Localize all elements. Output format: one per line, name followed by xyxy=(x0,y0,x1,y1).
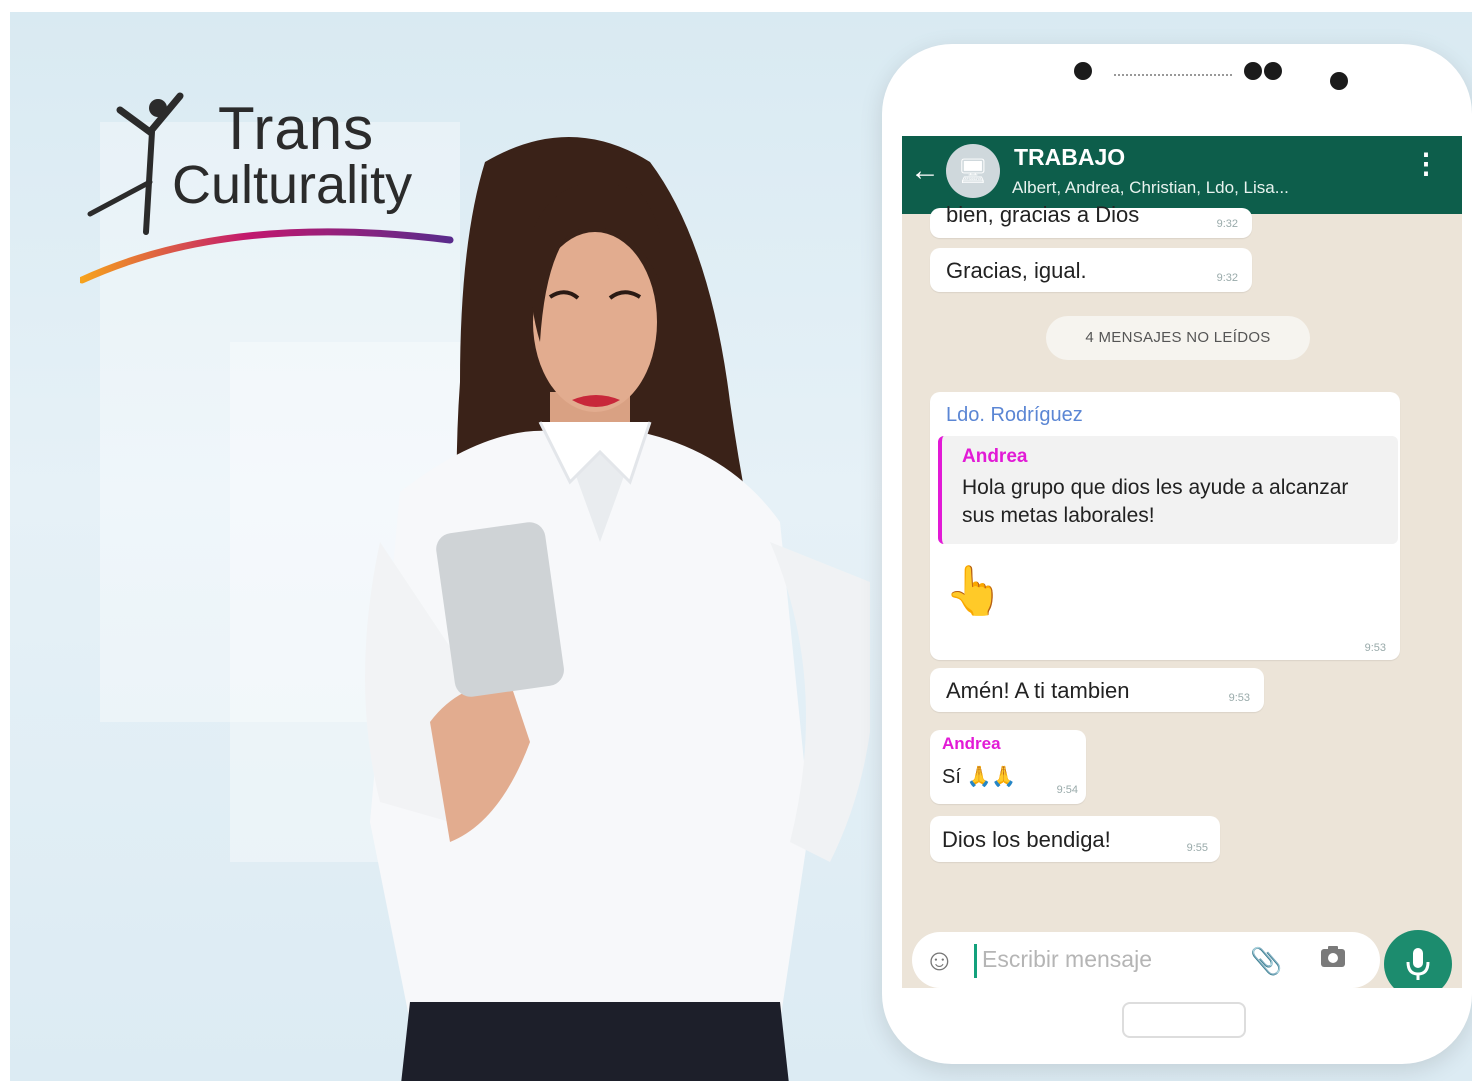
attach-icon[interactable]: 📎 xyxy=(1250,946,1282,977)
home-button[interactable] xyxy=(1122,1002,1246,1038)
quoted-sender: Andrea xyxy=(962,446,1028,467)
phone-mockup: ← 🖥 TRABAJO Albert, Andrea, Christian, L… xyxy=(882,44,1472,1064)
message-sender: Andrea xyxy=(942,734,1001,753)
mic-button[interactable] xyxy=(1384,930,1452,988)
quoted-message[interactable]: Andrea Hola grupo que dios les ayude a a… xyxy=(938,436,1398,544)
quoted-text: Hola grupo que dios les ayude a alcanzar… xyxy=(962,476,1349,527)
back-arrow-icon[interactable]: ← xyxy=(910,154,940,188)
message-bubble: Ldo. Rodríguez Andrea Hola grupo que dio… xyxy=(930,392,1400,660)
unread-messages-banner: 4 MENSAJES NO LEÍDOS xyxy=(1046,316,1310,360)
sensor-icon xyxy=(1244,62,1262,80)
message-text: Dios los bendiga! xyxy=(942,827,1111,852)
group-members[interactable]: Albert, Andrea, Christian, Ldo, Lisa... xyxy=(1012,178,1289,198)
text-cursor xyxy=(974,944,977,978)
message-time: 9:55 xyxy=(1186,842,1208,854)
input-placeholder[interactable]: Escribir mensaje xyxy=(982,946,1152,973)
message-time: 9:54 xyxy=(1056,784,1078,796)
message-bubble: Gracias, igual. 9:32 xyxy=(930,248,1252,292)
woman-with-phone-photo xyxy=(365,137,870,1081)
message-input-bar: ☺ Escribir mensaje 📎 xyxy=(902,926,1462,988)
earpiece-speaker xyxy=(1114,74,1232,82)
message-bubble: Andrea Sí 🙏🙏 9:54 xyxy=(930,730,1086,804)
message-time: 9:32 xyxy=(1216,272,1238,284)
chat-screen: ← 🖥 TRABAJO Albert, Andrea, Christian, L… xyxy=(902,136,1462,988)
message-time: 9:53 xyxy=(1228,692,1250,704)
pointing-up-emoji: 👆 xyxy=(944,565,1004,618)
message-text: Gracias, igual. xyxy=(946,258,1087,283)
mic-icon xyxy=(1406,948,1430,980)
menu-dots-icon[interactable]: ⋮ xyxy=(1412,150,1440,178)
message-text: bien, gracias a Dios xyxy=(946,202,1140,227)
smile-icon[interactable]: ☺ xyxy=(924,944,955,978)
sensor-icon xyxy=(1330,72,1348,90)
message-time: 9:53 xyxy=(1364,642,1386,654)
sensor-icon xyxy=(1264,62,1282,80)
message-time: 9:32 xyxy=(1216,218,1238,230)
message-bubble: Dios los bendiga! 9:55 xyxy=(930,816,1220,862)
message-text: Sí 🙏🙏 xyxy=(942,766,1017,788)
message-text: Amén! A ti tambien xyxy=(946,678,1130,703)
group-title[interactable]: TRABAJO xyxy=(1014,144,1125,171)
group-avatar-icon[interactable]: 🖥 xyxy=(946,144,1000,198)
message-input[interactable]: ☺ Escribir mensaje 📎 xyxy=(912,932,1380,988)
message-bubble: bien, gracias a Dios 9:32 xyxy=(930,202,1252,238)
message-bubble: Amén! A ti tambien 9:53 xyxy=(930,668,1264,712)
front-camera-icon xyxy=(1074,62,1092,80)
camera-icon[interactable] xyxy=(1318,942,1348,972)
message-sender: Ldo. Rodríguez xyxy=(946,404,1083,426)
